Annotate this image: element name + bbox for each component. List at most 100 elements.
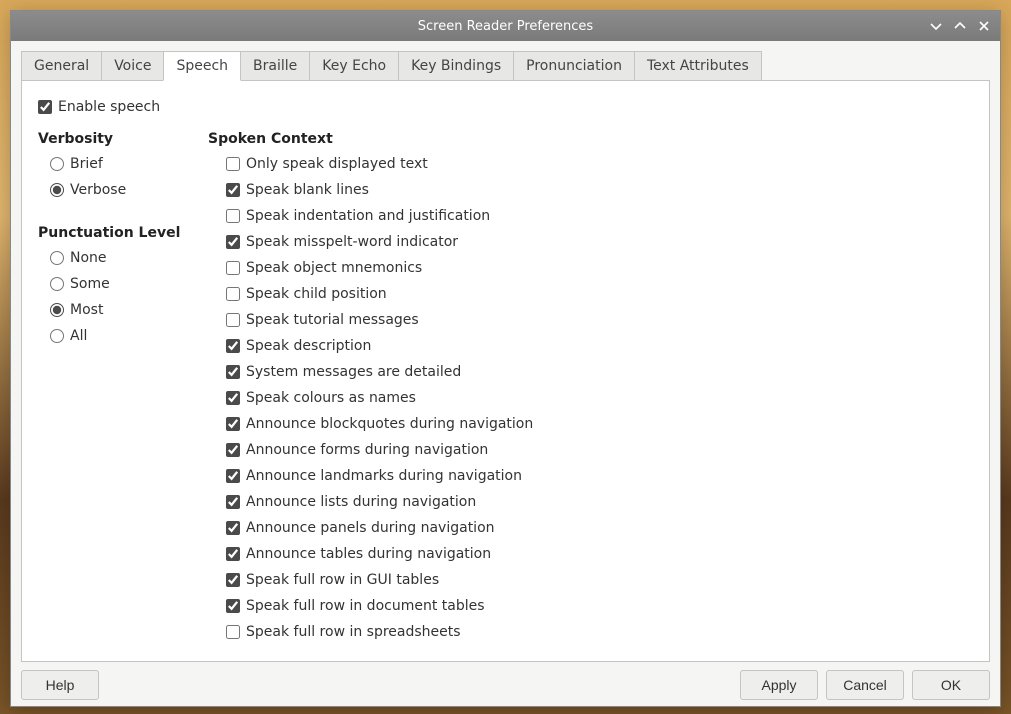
context-checkbox-speak-description[interactable] [226,339,240,353]
context-label: Speak full row in spreadsheets [246,621,461,643]
punctuation-title: Punctuation Level [38,225,208,241]
context-option-speak-colours-as-names[interactable]: Speak colours as names [208,385,973,411]
context-checkbox-speak-misspelt-word-indicator[interactable] [226,235,240,249]
context-option-announce-forms-during-navigation[interactable]: Announce forms during navigation [208,437,973,463]
context-option-announce-blockquotes-during-navigation[interactable]: Announce blockquotes during navigation [208,411,973,437]
window-title: Screen Reader Preferences [418,19,593,34]
context-option-speak-misspelt-word-indicator[interactable]: Speak misspelt-word indicator [208,229,973,255]
context-option-speak-indentation-and-justification[interactable]: Speak indentation and justification [208,203,973,229]
cancel-button[interactable]: Cancel [826,670,904,700]
context-option-only-speak-displayed-text[interactable]: Only speak displayed text [208,151,973,177]
tab-pronunciation[interactable]: Pronunciation [513,51,635,81]
minimize-button[interactable] [926,16,946,36]
context-label: Speak misspelt-word indicator [246,231,458,253]
context-option-speak-full-row-in-spreadsheets[interactable]: Speak full row in spreadsheets [208,619,973,645]
context-label: Speak object mnemonics [246,257,422,279]
punctuation-radio-all[interactable] [50,329,64,343]
context-checkbox-speak-indentation-and-justification[interactable] [226,209,240,223]
context-label: Speak blank lines [246,179,369,201]
help-button[interactable]: Help [21,670,99,700]
punctuation-option-none[interactable]: None [38,245,208,271]
context-option-speak-child-position[interactable]: Speak child position [208,281,973,307]
context-option-system-messages-are-detailed[interactable]: System messages are detailed [208,359,973,385]
tab-key-bindings[interactable]: Key Bindings [398,51,514,81]
context-checkbox-speak-blank-lines[interactable] [226,183,240,197]
tab-speech[interactable]: Speech [163,51,241,81]
context-label: Speak full row in GUI tables [246,569,439,591]
context-option-announce-lists-during-navigation[interactable]: Announce lists during navigation [208,489,973,515]
context-label: Announce forms during navigation [246,439,488,461]
context-label: Announce landmarks during navigation [246,465,522,487]
punctuation-option-some[interactable]: Some [38,271,208,297]
context-checkbox-speak-object-mnemonics[interactable] [226,261,240,275]
context-checkbox-announce-panels-during-navigation[interactable] [226,521,240,535]
context-option-announce-landmarks-during-navigation[interactable]: Announce landmarks during navigation [208,463,973,489]
dialog-footer: Help Apply Cancel OK [21,662,990,700]
context-option-announce-panels-during-navigation[interactable]: Announce panels during navigation [208,515,973,541]
verbosity-label: Brief [70,153,103,175]
context-label: Speak indentation and justification [246,205,490,227]
context-checkbox-speak-full-row-in-spreadsheets[interactable] [226,625,240,639]
context-label: Speak tutorial messages [246,309,419,331]
tab-panel-speech: Enable speech Verbosity BriefVerbose Pun… [21,80,990,662]
enable-speech-option[interactable]: Enable speech [38,99,973,115]
verbosity-group: Brief Verbose [38,151,208,203]
tab-general[interactable]: General [21,51,102,81]
context-option-speak-tutorial-messages[interactable]: Speak tutorial messages [208,307,973,333]
close-button[interactable] [974,16,994,36]
context-checkbox-speak-child-position[interactable] [226,287,240,301]
context-checkbox-only-speak-displayed-text[interactable] [226,157,240,171]
apply-button[interactable]: Apply [740,670,818,700]
verbosity-radio-verbose[interactable] [50,183,64,197]
client-area: GeneralVoiceSpeechBrailleKey EchoKey Bin… [11,41,1000,708]
preferences-window: Screen Reader Preferences GeneralVoiceSp… [10,10,1001,707]
spoken-context-group: Only speak displayed text Speak blank lin… [208,151,973,645]
context-option-speak-full-row-in-gui-tables[interactable]: Speak full row in GUI tables [208,567,973,593]
punctuation-label: Most [70,299,103,321]
punctuation-label: Some [70,273,110,295]
titlebar[interactable]: Screen Reader Preferences [11,11,1000,41]
context-checkbox-announce-lists-during-navigation[interactable] [226,495,240,509]
enable-speech-checkbox[interactable] [38,100,52,114]
context-label: Speak child position [246,283,387,305]
context-checkbox-speak-tutorial-messages[interactable] [226,313,240,327]
context-checkbox-speak-full-row-in-document-tables[interactable] [226,599,240,613]
context-option-announce-tables-during-navigation[interactable]: Announce tables during navigation [208,541,973,567]
window-controls [926,11,994,41]
spoken-context-title: Spoken Context [208,131,973,147]
context-checkbox-announce-tables-during-navigation[interactable] [226,547,240,561]
punctuation-radio-some[interactable] [50,277,64,291]
context-label: Announce lists during navigation [246,491,476,513]
tab-voice[interactable]: Voice [101,51,164,81]
verbosity-option-brief[interactable]: Brief [38,151,208,177]
verbosity-option-verbose[interactable]: Verbose [38,177,208,203]
context-option-speak-object-mnemonics[interactable]: Speak object mnemonics [208,255,973,281]
context-checkbox-announce-forms-during-navigation[interactable] [226,443,240,457]
verbosity-radio-brief[interactable] [50,157,64,171]
context-option-speak-full-row-in-document-tables[interactable]: Speak full row in document tables [208,593,973,619]
verbosity-label: Verbose [70,179,126,201]
maximize-button[interactable] [950,16,970,36]
ok-button[interactable]: OK [912,670,990,700]
context-checkbox-system-messages-are-detailed[interactable] [226,365,240,379]
punctuation-group: NoneSome MostAll [38,245,208,349]
context-label: Announce panels during navigation [246,517,495,539]
context-checkbox-announce-blockquotes-during-navigation[interactable] [226,417,240,431]
punctuation-option-most[interactable]: Most [38,297,208,323]
tab-braille[interactable]: Braille [240,51,310,81]
context-checkbox-announce-landmarks-during-navigation[interactable] [226,469,240,483]
context-label: Speak description [246,335,371,357]
context-option-speak-blank-lines[interactable]: Speak blank lines [208,177,973,203]
context-label: Only speak displayed text [246,153,428,175]
punctuation-radio-most[interactable] [50,303,64,317]
context-checkbox-speak-full-row-in-gui-tables[interactable] [226,573,240,587]
tab-key-echo[interactable]: Key Echo [309,51,399,81]
context-label: System messages are detailed [246,361,461,383]
context-label: Announce blockquotes during navigation [246,413,533,435]
context-checkbox-speak-colours-as-names[interactable] [226,391,240,405]
tab-text-attributes[interactable]: Text Attributes [634,51,762,81]
punctuation-radio-none[interactable] [50,251,64,265]
punctuation-option-all[interactable]: All [38,323,208,349]
tabbar: GeneralVoiceSpeechBrailleKey EchoKey Bin… [21,51,990,81]
context-option-speak-description[interactable]: Speak description [208,333,973,359]
